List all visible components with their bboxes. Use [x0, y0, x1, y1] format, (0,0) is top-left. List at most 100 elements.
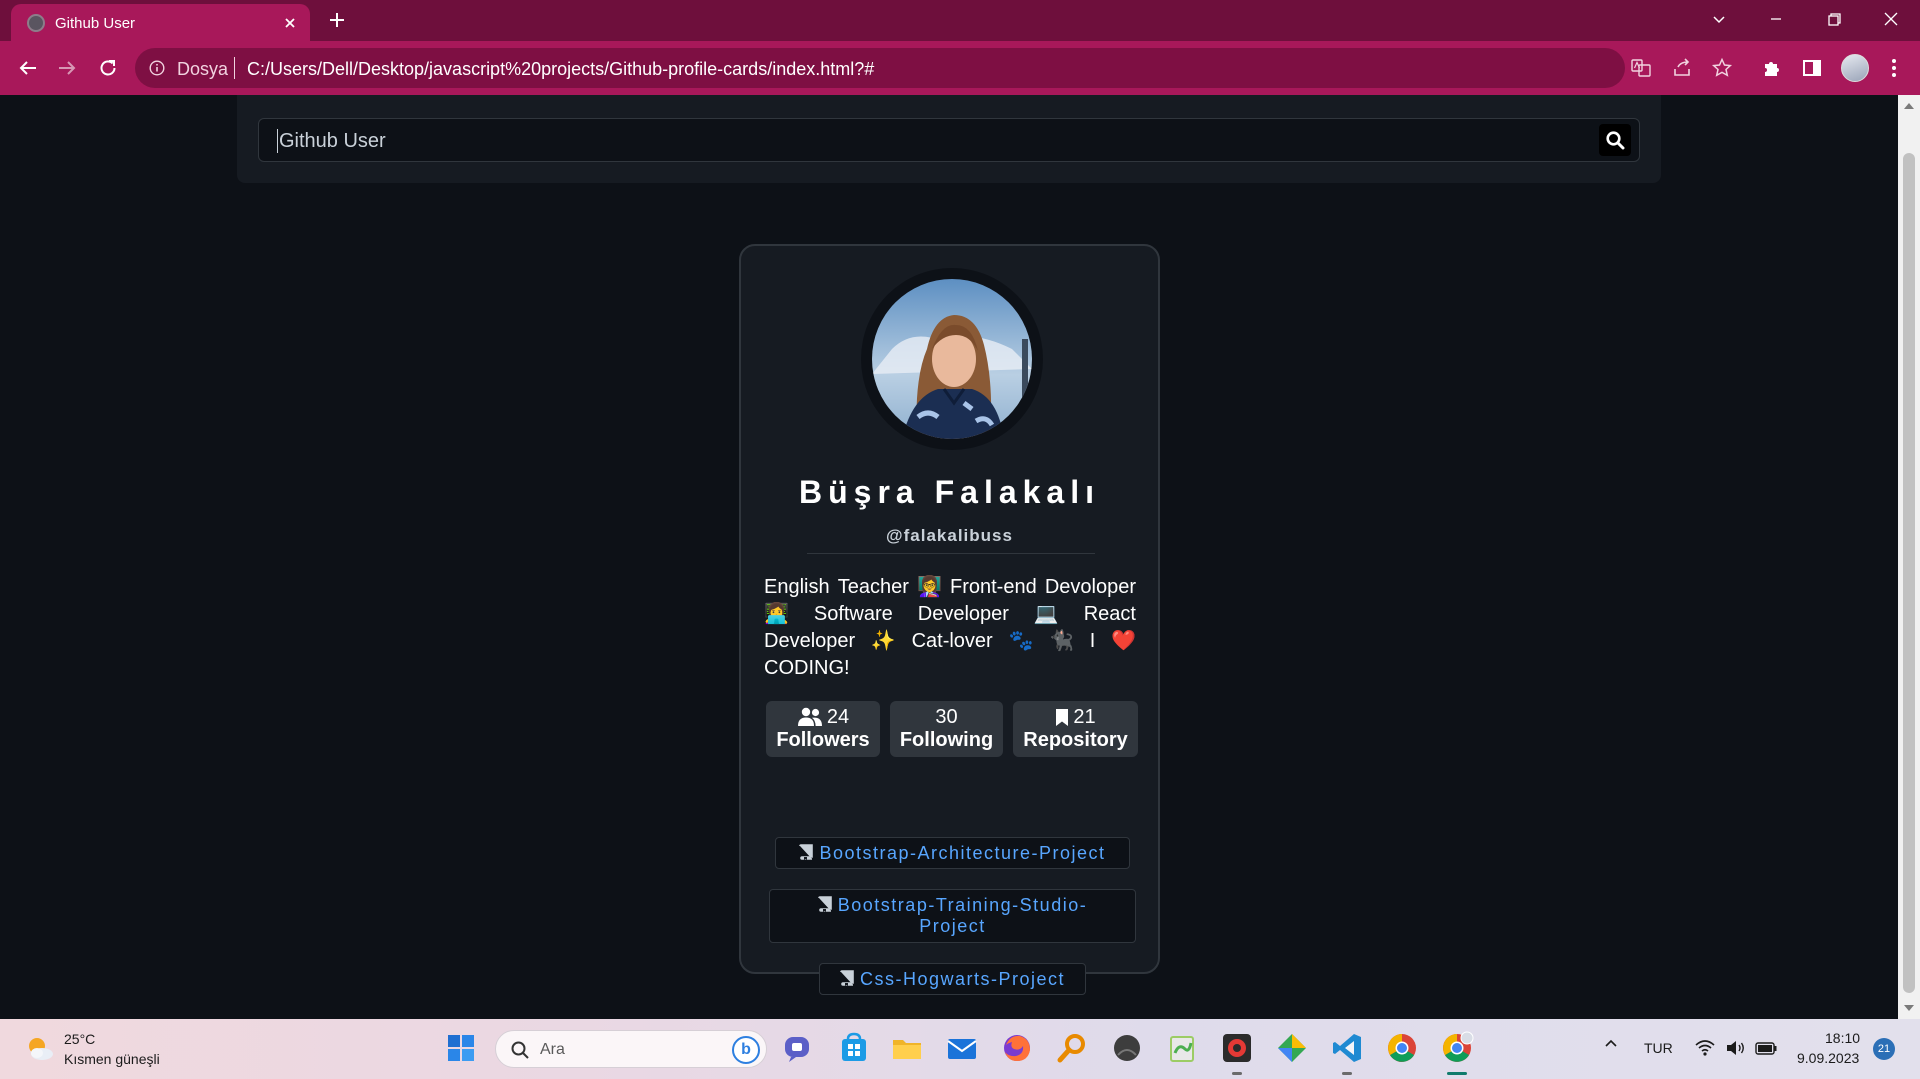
- page-viewport: Github User Büşra Falakalı @falakalibuss…: [0, 95, 1898, 1019]
- github-user-search-input[interactable]: Github User: [258, 118, 1640, 162]
- taskbar-search-placeholder: Ara: [540, 1041, 565, 1058]
- avatar-frame: [861, 268, 1043, 450]
- file-scheme-label: Dosya: [177, 59, 229, 79]
- repo-link[interactable]: Css-Hogwarts-Project: [819, 963, 1086, 995]
- mail-icon[interactable]: [945, 1031, 979, 1065]
- profile-card: Büşra Falakalı @falakalibuss English Teac…: [739, 244, 1160, 995]
- book-icon: [799, 844, 814, 860]
- taskbar-search-box[interactable]: Ara b: [495, 1030, 767, 1068]
- page-scrollbar[interactable]: [1898, 95, 1920, 1019]
- back-arrow-icon[interactable]: [16, 56, 40, 80]
- profile-name: Büşra Falakalı: [799, 474, 1100, 510]
- search-button[interactable]: [1599, 124, 1631, 156]
- more-menu-icon[interactable]: [1884, 57, 1904, 79]
- clock-date[interactable]: 9.09.2023: [1797, 1050, 1859, 1066]
- close-tab-icon[interactable]: [280, 13, 300, 33]
- address-bar[interactable]: Dosya C:/Users/Dell/Desktop/javascript%2…: [135, 48, 1625, 88]
- running-indicator: [1232, 1072, 1242, 1075]
- restore-icon[interactable]: [1823, 8, 1845, 30]
- chrome-profile-icon[interactable]: [1440, 1031, 1474, 1065]
- teams-chat-icon[interactable]: [781, 1031, 815, 1065]
- git-diamond-icon[interactable]: [1275, 1031, 1309, 1065]
- browser-tab[interactable]: Github User: [11, 4, 310, 41]
- windows-taskbar: 25°C Kısmen güneşli Ara b TUR 18:10 9.09…: [0, 1019, 1920, 1079]
- repository-stat: 21 Repository: [1013, 701, 1138, 757]
- following-label: Following: [899, 729, 994, 751]
- battery-icon[interactable]: [1754, 1037, 1778, 1059]
- url-text[interactable]: C:/Users/Dell/Desktop/javascript%20proje…: [247, 59, 874, 80]
- reload-icon[interactable]: [96, 56, 120, 80]
- following-count: 30: [935, 706, 958, 728]
- volume-icon[interactable]: [1724, 1037, 1746, 1059]
- new-tab-icon[interactable]: [326, 9, 348, 31]
- github-favicon-icon: [27, 14, 45, 32]
- bookmark-icon: [1056, 708, 1069, 726]
- followers-stat: 24 Followers: [766, 701, 880, 757]
- repo-name: Bootstrap-Training-Studio-: [837, 895, 1088, 915]
- avatar: [872, 279, 1032, 439]
- minimize-icon[interactable]: [1765, 8, 1787, 30]
- scroll-up-arrow-icon[interactable]: [1904, 103, 1914, 109]
- site-info-icon[interactable]: [149, 60, 165, 76]
- search-panel: Github User: [237, 95, 1661, 183]
- bio-line: 👩‍💻 Software Developer 💻 React: [764, 603, 1136, 625]
- repo-name-continued: Project: [919, 916, 986, 936]
- side-panel-icon[interactable]: [1801, 57, 1823, 79]
- repo-link[interactable]: Bootstrap-Training-Studio- Project: [769, 889, 1136, 943]
- chevron-up-icon[interactable]: [1601, 1033, 1621, 1053]
- repo-name: Css-Hogwarts-Project: [859, 969, 1066, 989]
- dark-circle-app-icon[interactable]: [1110, 1031, 1144, 1065]
- screen-recorder-icon[interactable]: [1220, 1031, 1254, 1065]
- notification-badge[interactable]: 21: [1873, 1038, 1895, 1060]
- microsoft-store-icon[interactable]: [837, 1031, 871, 1065]
- book-icon: [817, 896, 832, 912]
- tab-strip: Github User: [0, 0, 1920, 41]
- translate-icon[interactable]: [1630, 57, 1652, 79]
- file-explorer-icon[interactable]: [890, 1031, 924, 1065]
- omnibox-divider: [234, 57, 235, 79]
- tab-search-chevron-icon[interactable]: [1708, 8, 1730, 30]
- chrome-icon[interactable]: [1385, 1031, 1419, 1065]
- forward-arrow-icon[interactable]: [55, 56, 79, 80]
- browser-profile-avatar[interactable]: [1841, 54, 1869, 82]
- bio-line: English Teacher 👩‍🏫 Front-end Devoloper: [764, 576, 1136, 598]
- repo-name: Bootstrap-Architecture-Project: [819, 843, 1106, 863]
- running-indicator: [1342, 1072, 1352, 1075]
- bio-line: Developer ✨ Cat-lover 🐾 🐈‍⬛ I ❤️: [764, 630, 1136, 652]
- notepad-plus-plus-icon[interactable]: [1165, 1031, 1199, 1065]
- profile-stats: 24 Followers 30 Following 21 Repository: [766, 701, 1138, 757]
- tab-title: Github User: [55, 15, 136, 32]
- profile-bio: English Teacher 👩‍🏫 Front-end Devoloper 👩‍💻 S…: [764, 574, 1136, 682]
- share-icon[interactable]: [1671, 57, 1693, 79]
- wifi-icon[interactable]: [1694, 1037, 1716, 1059]
- input-language[interactable]: TUR: [1644, 1040, 1673, 1056]
- close-window-icon[interactable]: [1880, 8, 1902, 30]
- scroll-down-arrow-icon[interactable]: [1904, 1005, 1914, 1011]
- windows-start-icon[interactable]: [444, 1031, 478, 1065]
- following-stat: 30 Following: [890, 701, 1003, 757]
- clock-time[interactable]: 18:10: [1825, 1030, 1860, 1046]
- magnifier-search-app-icon[interactable]: [1055, 1031, 1089, 1065]
- book-icon: [840, 970, 854, 986]
- weather-description[interactable]: Kısmen güneşli: [64, 1051, 160, 1067]
- scrollbar-thumb[interactable]: [1903, 153, 1915, 993]
- search-icon: [511, 1041, 529, 1059]
- repository-label: Repository: [1023, 729, 1128, 751]
- followers-label: Followers: [776, 729, 870, 751]
- browser-toolbar: Dosya C:/Users/Dell/Desktop/javascript%2…: [0, 41, 1920, 95]
- profile-login: @falakalibuss: [886, 526, 1013, 545]
- weather-temperature[interactable]: 25°C: [64, 1031, 95, 1047]
- followers-count: 24: [826, 706, 850, 728]
- bing-icon[interactable]: b: [732, 1036, 760, 1064]
- text-caret: [277, 129, 278, 153]
- bookmark-star-icon[interactable]: [1711, 57, 1733, 79]
- users-icon: [797, 707, 822, 726]
- firefox-icon[interactable]: [1000, 1031, 1034, 1065]
- extensions-puzzle-icon[interactable]: [1761, 57, 1783, 79]
- search-placeholder: Github User: [279, 130, 386, 152]
- active-app-indicator: [1447, 1072, 1467, 1075]
- repo-link[interactable]: Bootstrap-Architecture-Project: [775, 837, 1130, 869]
- partly-sunny-icon[interactable]: [24, 1033, 56, 1065]
- vscode-icon[interactable]: [1330, 1031, 1364, 1065]
- search-icon: [1606, 131, 1625, 150]
